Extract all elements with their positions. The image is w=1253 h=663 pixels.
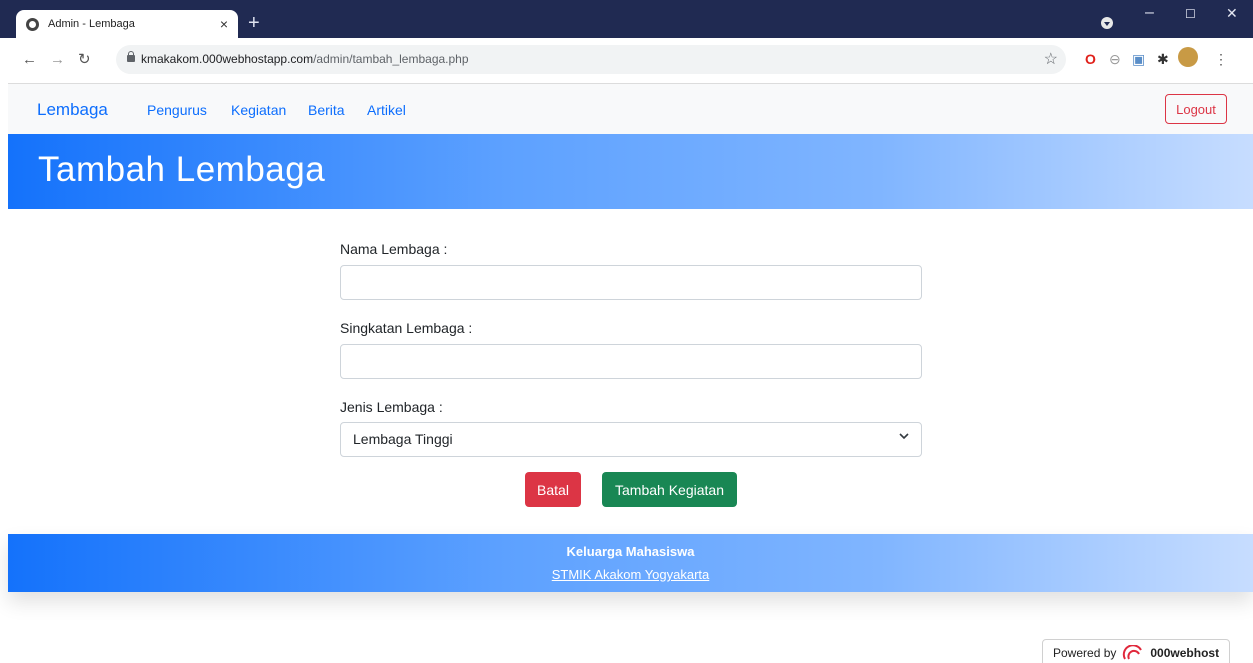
hero-banner: Tambah Lembaga: [8, 134, 1253, 209]
profile-menu-icon[interactable]: [1101, 17, 1113, 29]
page-title: Tambah Lembaga: [38, 150, 326, 189]
new-tab-button[interactable]: +: [248, 12, 260, 34]
forward-icon[interactable]: →: [50, 51, 65, 69]
site-footer: Keluarga Mahasiswa STMIK Akakom Yogyakar…: [8, 534, 1253, 592]
powered-by-badge[interactable]: Powered by 000webhost: [1042, 639, 1230, 663]
jenis-lembaga-label: Jenis Lembaga :: [340, 399, 443, 415]
browser-titlebar: Admin - Lembaga × + – ☐ ✕: [0, 0, 1253, 38]
address-bar[interactable]: kmakakom.000webhostapp.com/admin/tambah_…: [116, 45, 1066, 74]
back-icon[interactable]: ←: [22, 51, 37, 69]
puzzle-icon[interactable]: ✱: [1157, 51, 1169, 67]
opera-icon[interactable]: O: [1085, 51, 1096, 67]
footer-link[interactable]: STMIK Akakom Yogyakarta: [8, 567, 1253, 582]
tambah-kegiatan-button[interactable]: Tambah Kegiatan: [602, 472, 737, 507]
nav-link-pengurus[interactable]: Pengurus: [147, 102, 207, 118]
singkatan-lembaga-input[interactable]: [340, 344, 922, 379]
navbar-brand[interactable]: Lembaga: [37, 100, 108, 120]
nav-link-kegiatan[interactable]: Kegiatan: [231, 102, 286, 118]
globe-icon: [26, 17, 39, 31]
powered-by-text: Powered by: [1053, 646, 1117, 660]
extension-icon[interactable]: ⊖: [1109, 51, 1121, 67]
batal-button[interactable]: Batal: [525, 472, 581, 507]
logout-button[interactable]: Logout: [1165, 94, 1227, 124]
browser-tab[interactable]: Admin - Lembaga ×: [16, 10, 238, 38]
menu-dots-icon[interactable]: ⋮: [1214, 51, 1228, 67]
window-close-icon[interactable]: ✕: [1226, 5, 1238, 22]
reload-icon[interactable]: ↻: [78, 51, 91, 69]
powered-by-brand: 000webhost: [1150, 646, 1220, 660]
tab-close-icon[interactable]: ×: [220, 17, 228, 31]
browser-toolbar: ← → ↻ kmakakom.000webhostapp.com/admin/t…: [8, 38, 1253, 84]
singkatan-lembaga-label: Singkatan Lembaga :: [340, 320, 473, 336]
avatar[interactable]: [1178, 47, 1198, 67]
chevron-down-icon: [899, 433, 909, 440]
bookmark-star-icon[interactable]: ☆: [1044, 49, 1058, 69]
webhost-logo-icon: [1123, 645, 1143, 660]
nav-link-artikel[interactable]: Artikel: [367, 102, 406, 118]
jenis-lembaga-selected: Lembaga Tinggi: [353, 431, 453, 447]
site-navbar: Lembaga Pengurus Kegiatan Berita Artikel…: [8, 84, 1253, 134]
footer-title: Keluarga Mahasiswa: [566, 544, 695, 559]
nama-lembaga-input[interactable]: [340, 265, 922, 300]
tab-title: Admin - Lembaga: [48, 18, 135, 30]
jenis-lembaga-select[interactable]: Lembaga Tinggi: [340, 422, 922, 457]
minimize-icon[interactable]: –: [1145, 4, 1154, 22]
url-text: kmakakom.000webhostapp.com/admin/tambah_…: [141, 52, 469, 66]
nav-link-berita[interactable]: Berita: [308, 102, 345, 118]
lock-icon: [127, 51, 135, 62]
maximize-icon[interactable]: ☐: [1185, 7, 1196, 21]
extension-box-icon[interactable]: ▣: [1132, 51, 1145, 67]
nama-lembaga-label: Nama Lembaga :: [340, 241, 448, 257]
